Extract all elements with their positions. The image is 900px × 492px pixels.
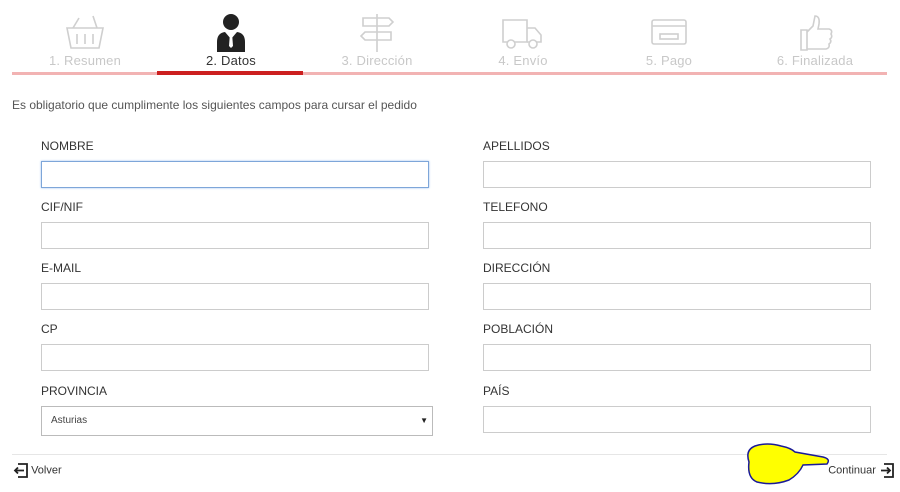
apellidos-label: APELLIDOS: [483, 139, 550, 153]
step-label: 4. Envío: [498, 53, 548, 68]
poblacion-label: POBLACIÓN: [483, 322, 554, 336]
signpost-icon: [359, 14, 395, 52]
cp-field: CP: [41, 322, 429, 371]
telefono-label: TELEFONO: [483, 200, 548, 214]
user-icon: [217, 14, 245, 52]
provincia-label: PROVINCIA: [41, 384, 108, 398]
cif-field: CIF/NIF: [41, 200, 429, 249]
cp-label: CP: [41, 322, 58, 336]
step-datos[interactable]: 2. Datos: [158, 8, 304, 76]
step-finalizada[interactable]: 6. Finalizada: [742, 8, 888, 76]
pais-input[interactable]: [484, 407, 870, 432]
apellidos-field: APELLIDOS: [483, 139, 871, 188]
step-envio[interactable]: 4. Envío: [450, 8, 596, 76]
telefono-field: TELEFONO: [483, 200, 871, 249]
pais-field: PAÍS: [483, 384, 871, 433]
step-label: 5. Pago: [645, 53, 693, 68]
nombre-field: NOMBRE: [41, 139, 429, 188]
cif-input[interactable]: [42, 223, 428, 248]
step-label: 2. Datos: [205, 53, 256, 68]
nombre-label: NOMBRE: [41, 139, 94, 153]
step-resumen[interactable]: 1. Resumen: [12, 8, 158, 76]
email-input[interactable]: [42, 284, 428, 309]
back-button[interactable]: Volver: [13, 463, 62, 478]
email-field: E-MAIL: [41, 261, 429, 310]
credit-card-icon: [651, 19, 687, 45]
thumbs-up-icon: [800, 15, 833, 51]
provincia-selected-value: Asturias: [51, 415, 88, 426]
provincia-select[interactable]: Asturias ▼: [41, 406, 433, 436]
email-label: E-MAIL: [41, 261, 82, 275]
direccion-field: DIRECCIÓN: [483, 261, 871, 310]
cif-label: CIF/NIF: [41, 200, 83, 214]
required-fields-notice: Es obligatorio que cumplimente los sigui…: [12, 98, 417, 112]
poblacion-field: POBLACIÓN: [483, 322, 871, 371]
checkout-steps: 1. Resumen 2. Datos 3. Dirección 4. Enví…: [12, 8, 887, 76]
steps-progress-track: [12, 72, 887, 75]
dropdown-arrow-icon: ▼: [420, 416, 428, 425]
direccion-input[interactable]: [484, 284, 870, 309]
pointing-hand-icon: [747, 443, 830, 485]
telefono-input[interactable]: [484, 223, 870, 248]
step-label: 6. Finalizada: [776, 53, 854, 68]
poblacion-input[interactable]: [484, 345, 870, 370]
step-label: 3. Dirección: [341, 53, 413, 68]
back-arrow-icon: [13, 463, 28, 478]
apellidos-input[interactable]: [484, 162, 870, 187]
steps-active-indicator: [157, 71, 303, 75]
continue-arrow-icon: [881, 463, 894, 478]
step-direccion[interactable]: 3. Dirección: [304, 8, 450, 76]
back-label: Volver: [31, 464, 62, 477]
nombre-input[interactable]: [42, 162, 428, 187]
provincia-field: PROVINCIA Asturias ▼: [41, 384, 433, 436]
step-pago[interactable]: 5. Pago: [596, 8, 742, 76]
cp-input[interactable]: [42, 345, 428, 370]
basket-icon: [66, 15, 104, 49]
continue-button[interactable]: Continuar: [828, 463, 894, 478]
continue-label: Continuar: [828, 464, 876, 477]
step-label: 1. Resumen: [48, 53, 122, 68]
direccion-label: DIRECCIÓN: [483, 261, 551, 275]
pais-label: PAÍS: [483, 384, 510, 398]
truck-icon: [502, 19, 542, 49]
